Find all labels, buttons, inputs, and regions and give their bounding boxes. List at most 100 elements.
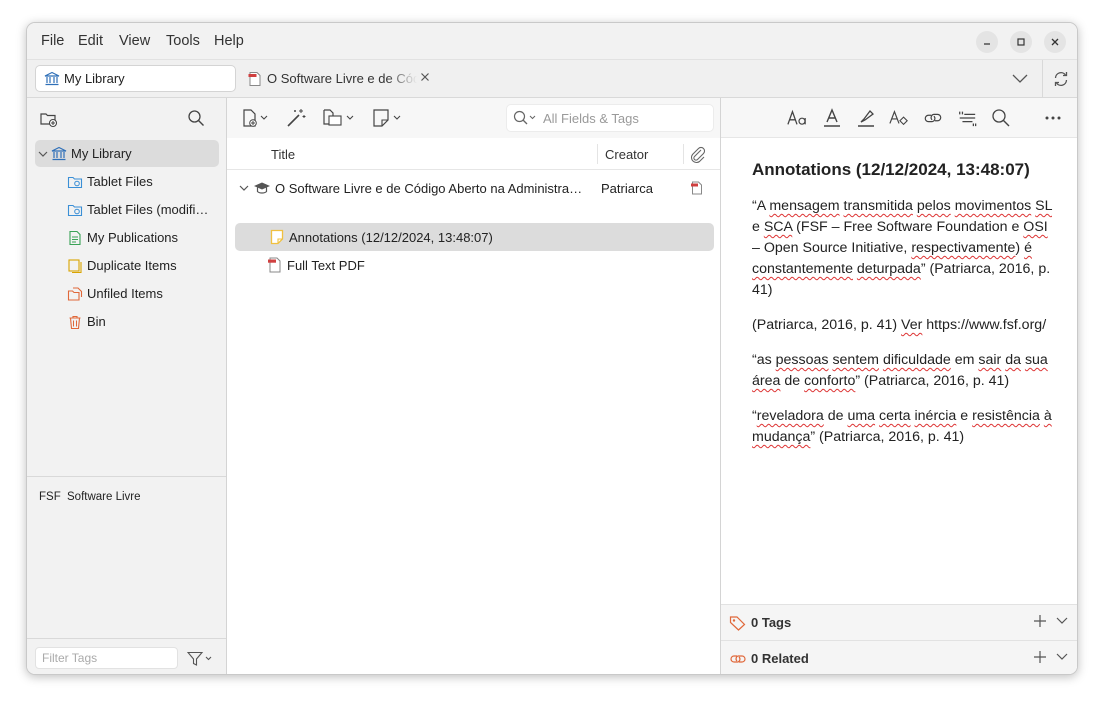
table-row[interactable]: Full Text PDF: [235, 251, 714, 279]
collection-label: Bin: [87, 314, 106, 329]
new-item-icon[interactable]: [241, 108, 271, 128]
related-icon: [730, 654, 746, 663]
zotero-window: File Edit View Tools Help My Library O S…: [26, 22, 1078, 675]
sync-icon: [1054, 72, 1068, 86]
tag-filter-bar: Filter Tags: [27, 638, 226, 674]
tablet-files-icon: [67, 176, 83, 188]
menubar: File Edit View Tools Help: [27, 23, 1077, 60]
collection-bin[interactable]: Bin: [35, 308, 219, 335]
clear-formatting-icon[interactable]: [889, 108, 909, 128]
tag-selector: FSF Software Livre: [27, 476, 226, 636]
more-options-icon[interactable]: [1043, 108, 1063, 128]
add-icon[interactable]: [1033, 614, 1047, 628]
filter-tags-input[interactable]: Filter Tags: [35, 647, 178, 669]
column-header: Title Creator: [227, 138, 720, 170]
search-icon[interactable]: [991, 108, 1011, 128]
add-attachment-icon[interactable]: [321, 108, 357, 128]
add-icon[interactable]: [1033, 650, 1047, 664]
column-title[interactable]: Title: [271, 147, 295, 162]
note-paragraph: “as pessoas sentem dificuldade em sair d…: [752, 352, 1048, 389]
note-paragraph: “A mensagem transmitida pelos movimentos…: [752, 198, 1052, 298]
highlight-icon[interactable]: [856, 108, 876, 128]
close-window-button[interactable]: [1044, 31, 1066, 53]
text-color-icon[interactable]: [822, 108, 842, 128]
note-icon: [270, 229, 284, 245]
chevron-down-icon[interactable]: [1055, 650, 1069, 664]
menu-edit[interactable]: Edit: [78, 33, 103, 49]
collection-my-library[interactable]: My Library: [35, 140, 219, 167]
items-pane: All Fields & Tags Title Creator O Softwa…: [227, 98, 721, 674]
maximize-button[interactable]: [1010, 31, 1032, 53]
tag-item[interactable]: Software Livre: [67, 491, 141, 503]
trash-icon: [69, 315, 81, 329]
collections-pane: My Library Tablet Files Tablet Files (mo…: [27, 98, 227, 674]
library-icon: [51, 146, 67, 160]
column-separator[interactable]: [683, 144, 684, 164]
pdf-icon: [268, 257, 281, 273]
item-creator: Patriarca: [601, 180, 654, 196]
table-row[interactable]: Annotations (12/12/2024, 13:48:07): [235, 223, 714, 251]
sync-button[interactable]: [1042, 60, 1077, 98]
filter-icon[interactable]: [187, 651, 213, 667]
tab-my-library[interactable]: My Library: [35, 65, 236, 92]
search-icon: [513, 110, 536, 125]
note-title: Annotations (12/12/2024, 13:48:07): [752, 160, 1030, 179]
paperclip-icon[interactable]: [689, 146, 707, 164]
collection-label: Unfiled Items: [87, 286, 163, 301]
publications-icon: [69, 230, 81, 245]
close-tab-icon[interactable]: [419, 71, 431, 83]
library-icon: [44, 71, 60, 85]
chevron-down-icon[interactable]: [238, 182, 250, 194]
items-toolbar: All Fields & Tags: [227, 98, 720, 138]
related-section-header[interactable]: 0 Related: [721, 640, 1077, 674]
menu-tools[interactable]: Tools: [166, 33, 200, 49]
magic-wand-icon[interactable]: [285, 108, 307, 128]
text-format-icon[interactable]: [787, 108, 807, 128]
citation-icon[interactable]: [957, 108, 977, 128]
chevron-down-icon[interactable]: [37, 148, 49, 160]
column-creator[interactable]: Creator: [605, 147, 648, 162]
collection-label: Tablet Files (modifi…: [87, 202, 209, 217]
tab-bar: My Library O Software Livre e de Código …: [27, 60, 1077, 98]
collection-label: My Publications: [87, 230, 179, 245]
chevron-down-icon[interactable]: [1012, 72, 1028, 84]
tags-section-header[interactable]: 0 Tags: [721, 604, 1077, 640]
collection-my-publications[interactable]: My Publications: [35, 224, 219, 251]
maximize-icon: [1017, 38, 1025, 46]
tag-item[interactable]: FSF: [39, 491, 61, 503]
tablet-files-icon: [67, 204, 83, 216]
tab-document-label: O Software Livre e de Código Aberto na A…: [267, 71, 417, 86]
collections-toolbar: [27, 98, 226, 138]
new-collection-icon[interactable]: [39, 109, 59, 129]
tags-count: 0 Tags: [751, 615, 792, 630]
close-icon: [1051, 38, 1059, 46]
item-title: O Software Livre e de Código Aberto na A…: [275, 180, 583, 196]
link-icon[interactable]: [923, 108, 943, 128]
note-content[interactable]: Annotations (12/12/2024, 13:48:07) “A me…: [752, 158, 1052, 462]
note-paragraph: “reveladora de uma certa inércia e resis…: [752, 408, 1052, 445]
pdf-attachment-icon[interactable]: [690, 181, 704, 195]
collection-tablet-files[interactable]: Tablet Files: [35, 168, 219, 195]
item-title: Full Text PDF: [287, 257, 365, 273]
menu-view[interactable]: View: [119, 33, 150, 49]
thesis-icon: [254, 182, 270, 194]
new-note-icon[interactable]: [371, 108, 405, 128]
collection-duplicate-items[interactable]: Duplicate Items: [35, 252, 219, 279]
pdf-icon: [248, 71, 261, 86]
collection-label: Duplicate Items: [87, 258, 177, 273]
search-icon[interactable]: [187, 109, 205, 127]
minimize-button[interactable]: [976, 31, 998, 53]
column-separator[interactable]: [597, 144, 598, 164]
tab-my-library-label: My Library: [64, 71, 125, 86]
note-paragraph: (Patriarca, 2016, p. 41) Ver https://www…: [752, 317, 1047, 333]
collection-tablet-files-modified[interactable]: Tablet Files (modifi…: [35, 196, 219, 223]
note-toolbar: [721, 98, 1077, 138]
collection-label: Tablet Files: [87, 174, 153, 189]
menu-file[interactable]: File: [41, 33, 64, 49]
tab-document[interactable]: O Software Livre e de Código Aberto na A…: [245, 65, 435, 92]
table-row[interactable]: O Software Livre e de Código Aberto na A…: [235, 174, 714, 202]
item-search-field[interactable]: All Fields & Tags: [506, 104, 714, 132]
chevron-down-icon[interactable]: [1055, 614, 1069, 628]
collection-unfiled-items[interactable]: Unfiled Items: [35, 280, 219, 307]
menu-help[interactable]: Help: [214, 33, 244, 49]
